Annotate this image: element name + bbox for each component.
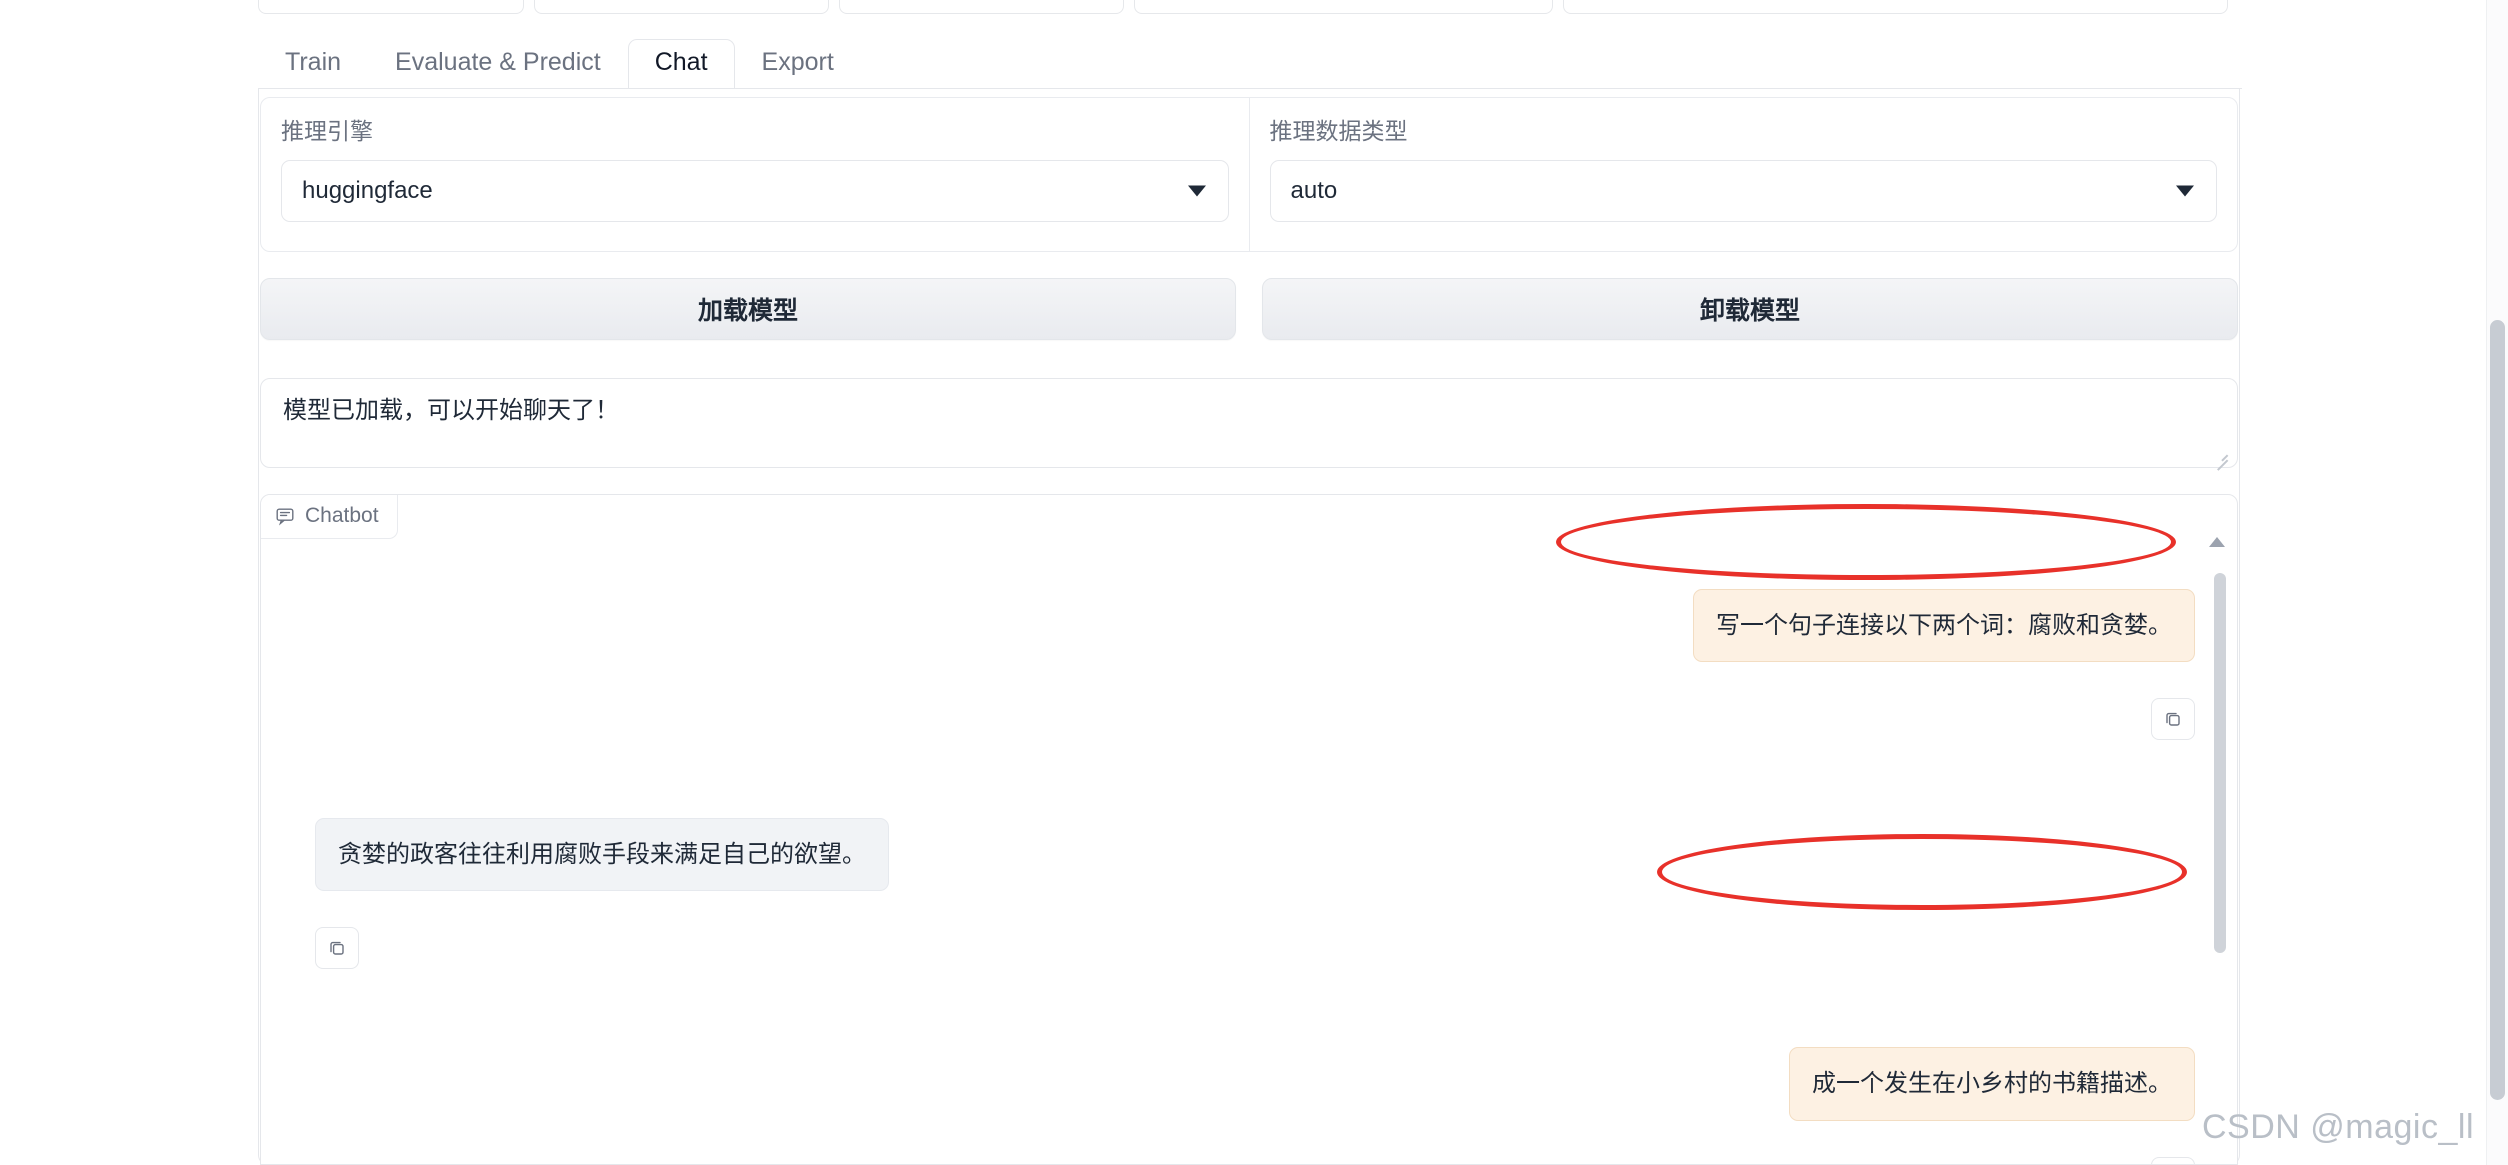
top-box-2[interactable] bbox=[533, 0, 829, 14]
user-message-bubble[interactable]: 成一个发生在小乡村的书籍描述。 bbox=[1789, 1047, 2195, 1121]
top-box-4[interactable] bbox=[1134, 0, 1553, 14]
chat-scrollbar-thumb[interactable] bbox=[2214, 573, 2226, 953]
inference-settings-row: 推理引擎 huggingface 推理数据类型 auto bbox=[260, 97, 2238, 252]
dtype-cell: 推理数据类型 auto bbox=[1248, 98, 2238, 251]
message-row-user-1: 写一个句子连接以下两个词：腐败和贪婪。 bbox=[315, 589, 2195, 663]
status-textbox[interactable]: 模型已加载，可以开始聊天了！ bbox=[260, 378, 2238, 468]
app-page: Train Evaluate & Predict Chat Export 推理引… bbox=[0, 0, 2508, 1165]
engine-label: 推理引擎 bbox=[281, 118, 373, 144]
engine-cell: 推理引擎 huggingface bbox=[261, 98, 1249, 251]
top-box-1[interactable] bbox=[258, 0, 524, 14]
textarea-resize-handle[interactable] bbox=[2213, 445, 2229, 461]
chatbot-label: Chatbot bbox=[261, 495, 398, 539]
copy-button[interactable] bbox=[2151, 698, 2195, 741]
chevron-down-icon bbox=[1187, 185, 1206, 197]
chatbot-container: Chatbot 写一个句子连接以下两个词：腐败和贪婪。 贪婪的政客往往利用腐败手… bbox=[260, 494, 2238, 1165]
engine-select[interactable]: huggingface bbox=[281, 160, 1229, 222]
message-row-assistant-1: 贪婪的政客往往利用腐败手段来满足自己的欲望。 bbox=[315, 818, 2195, 892]
unload-model-button[interactable]: 卸载模型 bbox=[1262, 278, 2238, 340]
dtype-select[interactable]: auto bbox=[1269, 160, 2217, 222]
top-box-3[interactable] bbox=[839, 0, 1125, 14]
assistant-message-bubble[interactable]: 贪婪的政客往往利用腐败手段来满足自己的欲望。 bbox=[315, 818, 889, 892]
chat-bubble-icon bbox=[275, 506, 295, 526]
engine-select-value: huggingface bbox=[302, 177, 433, 204]
watermark: CSDN @magic_ll bbox=[2201, 1108, 2474, 1146]
top-box-5[interactable] bbox=[1562, 0, 2228, 14]
chat-message-list[interactable]: 写一个句子连接以下两个词：腐败和贪婪。 贪婪的政客往往利用腐败手段来满足自己的欲… bbox=[261, 535, 2237, 1164]
model-action-buttons: 加载模型 卸载模型 bbox=[260, 278, 2238, 340]
copy-bar-user-1 bbox=[315, 698, 2195, 741]
dtype-select-value: auto bbox=[1290, 177, 1338, 204]
page-scrollbar-thumb[interactable] bbox=[2490, 320, 2505, 1100]
status-text: 模型已加载，可以开始聊天了！ bbox=[283, 397, 619, 424]
tab-chat[interactable]: Chat bbox=[627, 39, 735, 88]
top-partial-controls bbox=[258, 0, 2238, 14]
copy-bar-assistant-1 bbox=[315, 927, 2195, 970]
copy-button[interactable] bbox=[315, 927, 359, 970]
dtype-label: 推理数据类型 bbox=[1269, 118, 1408, 144]
chatbot-label-text: Chatbot bbox=[305, 504, 379, 527]
tab-evaluate-predict[interactable]: Evaluate & Predict bbox=[368, 39, 628, 88]
load-model-button[interactable]: 加载模型 bbox=[260, 278, 1236, 340]
copy-bar-user-2 bbox=[315, 1156, 2195, 1164]
chevron-down-icon bbox=[2176, 185, 2194, 197]
scroll-up-arrow-icon[interactable] bbox=[2209, 537, 2225, 547]
user-message-bubble[interactable]: 写一个句子连接以下两个词：腐败和贪婪。 bbox=[1693, 589, 2195, 663]
message-row-user-2: 成一个发生在小乡村的书籍描述。 bbox=[315, 1047, 2195, 1121]
tab-bar: Train Evaluate & Predict Chat Export bbox=[0, 34, 2508, 88]
tab-train[interactable]: Train bbox=[258, 39, 368, 88]
tab-export[interactable]: Export bbox=[735, 39, 861, 88]
copy-button[interactable] bbox=[2151, 1156, 2195, 1164]
